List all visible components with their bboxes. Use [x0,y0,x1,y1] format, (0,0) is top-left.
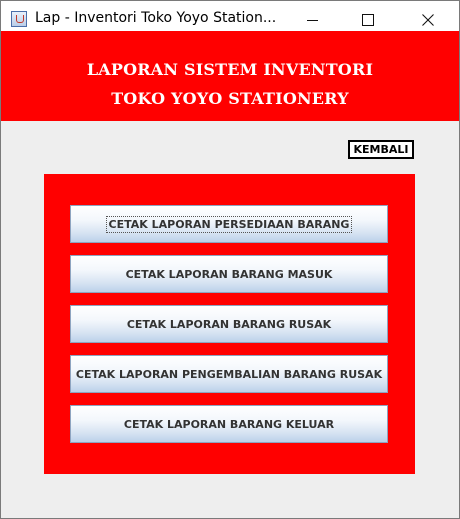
java-cup-icon [11,11,27,27]
header-subtitle: TOKO YOYO STATIONERY [111,89,349,108]
print-incoming-goods-report-label: CETAK LAPORAN BARANG MASUK [125,267,333,281]
close-icon [422,14,434,26]
report-buttons-panel: CETAK LAPORAN PERSEDIAAN BARANG CETAK LA… [44,174,415,474]
minimize-icon [306,19,318,21]
back-button[interactable]: KEMBALI [348,140,414,159]
window-title: Lap - Inventori Toko Yoyo Station... [35,10,277,26]
print-outgoing-goods-report-button[interactable]: CETAK LAPORAN BARANG KELUAR [70,405,388,443]
print-incoming-goods-report-button[interactable]: CETAK LAPORAN BARANG MASUK [70,255,388,293]
print-damaged-goods-report-button[interactable]: CETAK LAPORAN BARANG RUSAK [70,305,388,343]
report-header: LAPORAN SISTEM INVENTORI TOKO YOYO STATI… [1,31,459,121]
print-damaged-returns-report-button[interactable]: CETAK LAPORAN PENGEMBALIAN BARANG RUSAK [70,355,388,393]
print-damaged-returns-report-label: CETAK LAPORAN PENGEMBALIAN BARANG RUSAK [75,367,383,381]
app-window: Lap - Inventori Toko Yoyo Station... LAP… [0,0,460,519]
print-stock-report-button[interactable]: CETAK LAPORAN PERSEDIAAN BARANG [70,205,388,243]
print-stock-report-label: CETAK LAPORAN PERSEDIAAN BARANG [105,215,353,233]
print-damaged-goods-report-label: CETAK LAPORAN BARANG RUSAK [126,317,332,331]
maximize-icon [362,14,374,26]
header-title: LAPORAN SISTEM INVENTORI [86,60,374,79]
print-outgoing-goods-report-label: CETAK LAPORAN BARANG KELUAR [123,417,335,431]
